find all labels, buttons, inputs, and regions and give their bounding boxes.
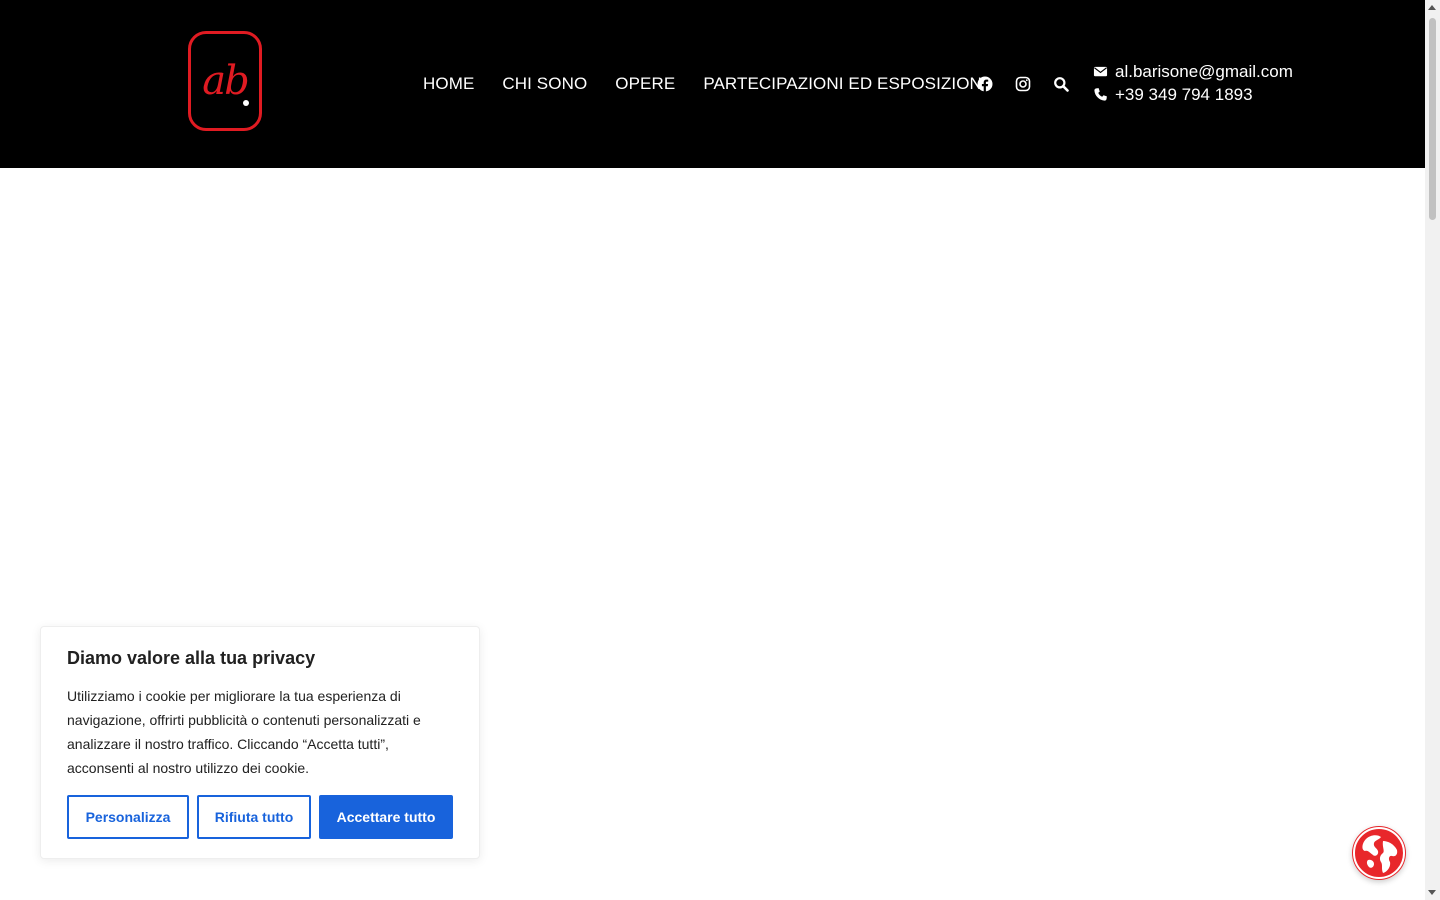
- nav-item-home[interactable]: HOME: [423, 72, 474, 96]
- globe-icon: [1353, 827, 1405, 879]
- nav-item-partecipazioni[interactable]: PARTECIPAZIONI ED ESPOSIZIONI: [703, 72, 986, 96]
- phone-text: +39 349 794 1893: [1115, 84, 1253, 104]
- site-logo[interactable]: ab: [188, 31, 262, 131]
- nav-item-chi-sono[interactable]: CHI SONO: [502, 72, 587, 96]
- logo-dot: [243, 100, 249, 106]
- contact-info: al.barisone@gmail.com +39 349 794 1893: [1093, 60, 1293, 106]
- nav-item-opere[interactable]: OPERE: [615, 72, 675, 96]
- page-scrollbar[interactable]: [1425, 0, 1440, 900]
- instagram-icon[interactable]: [1015, 76, 1031, 92]
- phone-icon: [1094, 88, 1107, 101]
- site-header: ab HOME CHI SONO OPERE PARTECIPAZIONI ED…: [0, 0, 1425, 168]
- header-icons: [977, 76, 1069, 92]
- logo-text: ab: [202, 58, 249, 104]
- email-text: al.barisone@gmail.com: [1115, 61, 1293, 81]
- language-switcher-button[interactable]: [1352, 826, 1406, 880]
- main-nav: HOME CHI SONO OPERE PARTECIPAZIONI ED ES…: [423, 72, 987, 96]
- email-row[interactable]: al.barisone@gmail.com: [1093, 60, 1293, 83]
- cookie-buttons: Personalizza Rifiuta tutto Accettare tut…: [67, 795, 453, 839]
- accept-all-button[interactable]: Accettare tutto: [319, 795, 453, 839]
- customize-button[interactable]: Personalizza: [67, 795, 189, 839]
- cookie-description: Utilizziamo i cookie per migliorare la t…: [67, 688, 421, 776]
- envelope-icon: [1093, 66, 1108, 77]
- cookie-title: Diamo valore alla tua privacy: [67, 648, 316, 668]
- scroll-thumb[interactable]: [1429, 18, 1436, 220]
- scroll-down-arrow-icon[interactable]: [1428, 890, 1436, 895]
- scroll-up-arrow-icon[interactable]: [1428, 5, 1436, 10]
- facebook-icon[interactable]: [977, 76, 993, 92]
- search-icon[interactable]: [1053, 76, 1069, 92]
- reject-all-button[interactable]: Rifiuta tutto: [197, 795, 311, 839]
- cookie-consent-banner: Diamo valore alla tua privacy Utilizziam…: [40, 626, 480, 859]
- phone-row[interactable]: +39 349 794 1893: [1093, 83, 1293, 106]
